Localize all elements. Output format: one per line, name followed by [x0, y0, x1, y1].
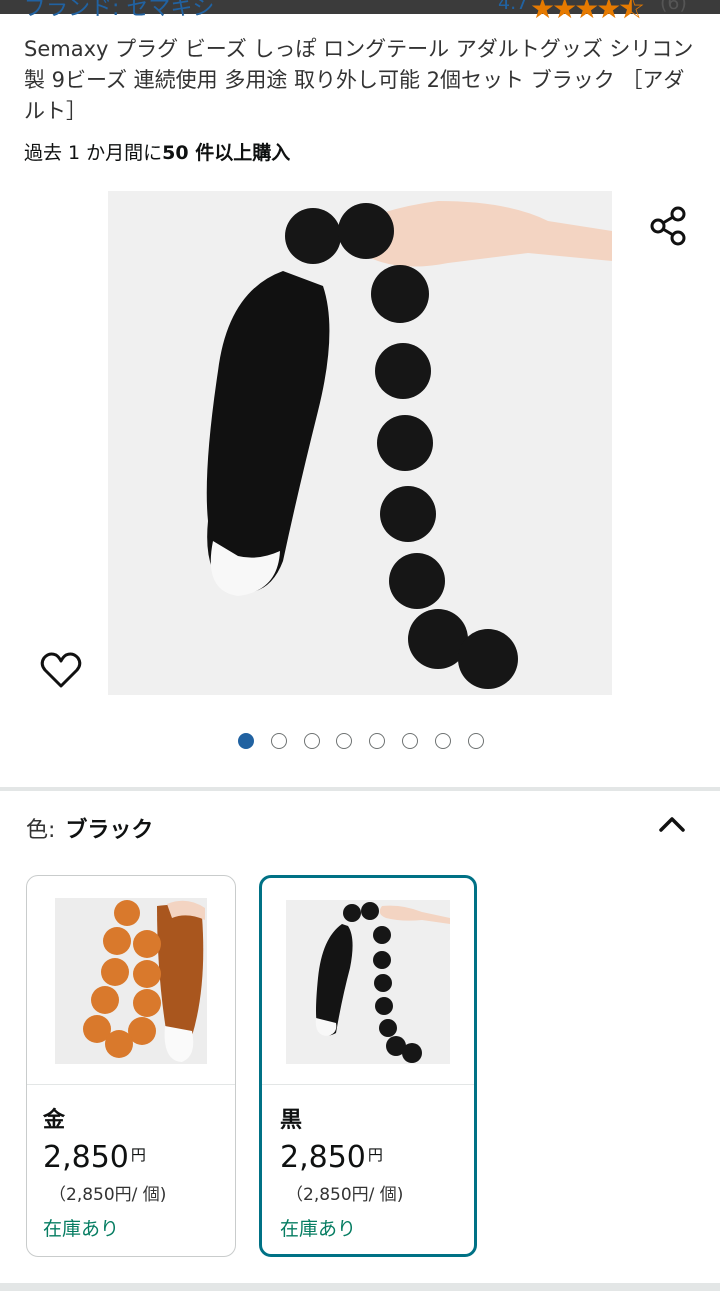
section-divider [0, 787, 720, 791]
option-stock-status: 在庫あり [280, 1218, 357, 1240]
pagination-dot-8[interactable] [468, 733, 484, 749]
yen-symbol: 円 [367, 1146, 383, 1164]
purchase-count: 過去 1 か月間に50 件以上購入 [24, 138, 290, 165]
pagination-dot-7[interactable] [435, 733, 451, 749]
star-rating-icon[interactable]: ★★★★⯪ [530, 0, 645, 28]
product-photo [108, 191, 612, 695]
color-selector-header[interactable]: 色: ブラック [26, 812, 153, 848]
color-option-gold[interactable]: 金 2,850 円 （2,850円/ 個) 在庫あり [26, 875, 236, 1257]
card-divider [27, 1084, 235, 1085]
share-button[interactable] [646, 204, 690, 248]
pagination-dot-1[interactable] [238, 733, 254, 749]
purchase-count-value: 50 件以上購入 [162, 142, 291, 164]
collapse-button[interactable] [656, 812, 688, 838]
option-stock-status: 在庫あり [43, 1218, 120, 1240]
pagination-dot-4[interactable] [336, 733, 352, 749]
option-name: 金 [43, 1108, 66, 1133]
option-unit-price: （2,850円/ 個) [286, 1185, 404, 1205]
option-price: 2,850 円 [43, 1140, 146, 1175]
yen-symbol: 円 [130, 1146, 146, 1164]
section-divider-bottom [0, 1283, 720, 1291]
option-unit-price: （2,850円/ 個) [49, 1185, 167, 1205]
heart-icon [40, 652, 82, 688]
option-price: 2,850 円 [280, 1140, 383, 1175]
rating-count[interactable]: (6) [660, 0, 687, 14]
option-thumbnail [262, 878, 474, 1086]
pagination-dot-6[interactable] [402, 733, 418, 749]
gold-product-thumbnail [55, 898, 207, 1064]
pagination-dot-3[interactable] [304, 733, 320, 749]
color-label: 色: [26, 818, 56, 843]
option-price-value: 2,850 [280, 1140, 366, 1175]
option-price-value: 2,850 [43, 1140, 129, 1175]
brand-link[interactable]: ブランド: セマキシ [24, 0, 214, 22]
option-name: 黒 [280, 1108, 303, 1133]
share-icon [650, 206, 686, 246]
pagination-dot-5[interactable] [369, 733, 385, 749]
selected-color: ブラック [65, 818, 154, 843]
chevron-up-icon [659, 817, 685, 832]
option-thumbnail [27, 876, 235, 1084]
rating-value[interactable]: 4.7 [498, 0, 528, 14]
product-title: Semaxy プラグ ビーズ しっぽ ロングテール アダルトグッズ シリコン製 … [24, 37, 694, 123]
image-pagination [0, 733, 720, 751]
pagination-dot-2[interactable] [271, 733, 287, 749]
product-image[interactable] [108, 191, 612, 695]
favorite-button[interactable] [38, 648, 84, 692]
brand-rating-row: ブランド: セマキシ 4.7 ★★★★⯪ (6) [0, 0, 720, 28]
card-divider [262, 1084, 474, 1085]
color-option-black[interactable]: 黒 2,850 円 （2,850円/ 個) 在庫あり [259, 875, 477, 1257]
purchase-count-prefix: 過去 1 か月間に [24, 142, 163, 164]
black-product-thumbnail [286, 900, 450, 1064]
